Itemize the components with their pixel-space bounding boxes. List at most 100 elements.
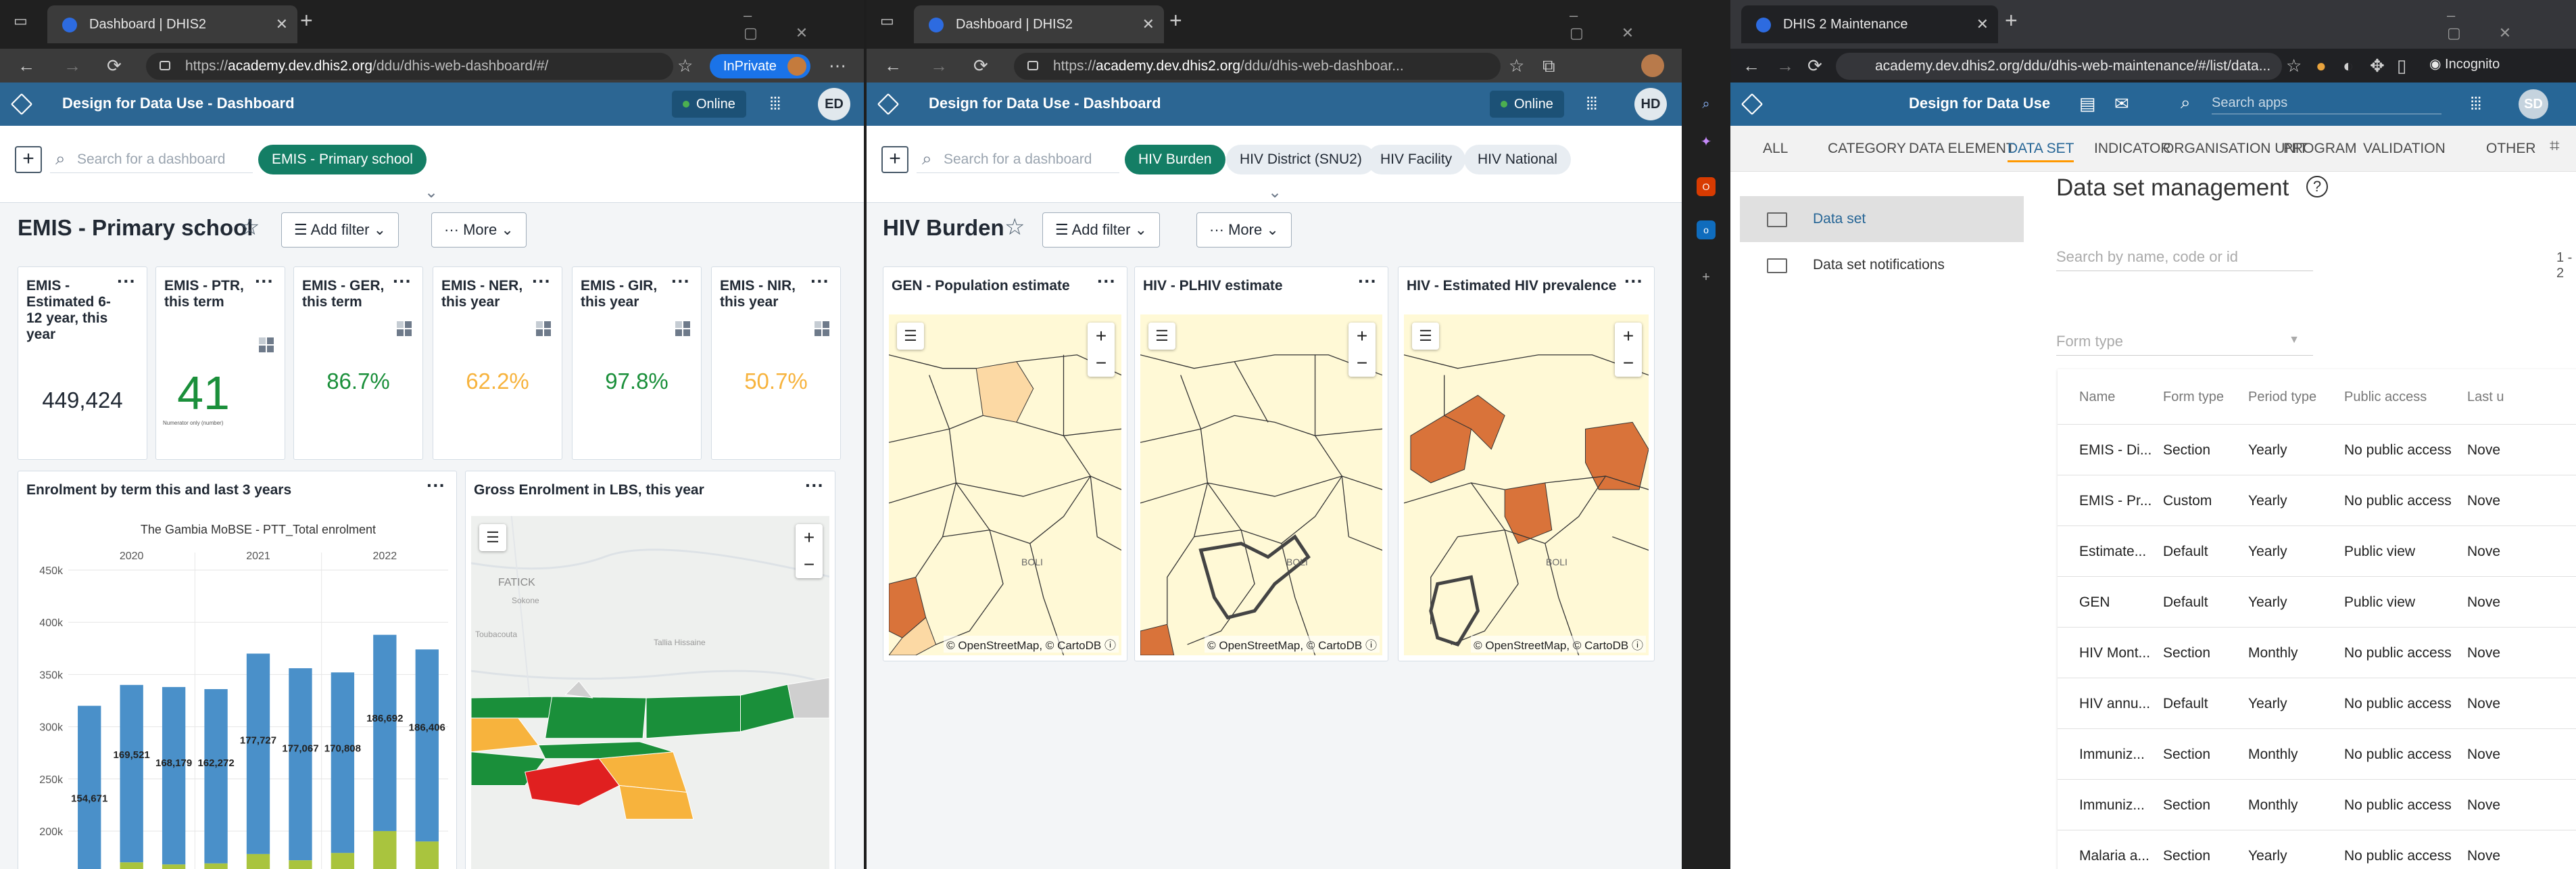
new-tab-icon[interactable]: + xyxy=(2005,8,2018,33)
browser-tab[interactable]: DHIS 2 Maintenance ✕ xyxy=(1741,5,1998,43)
item-menu-button[interactable]: ··· xyxy=(806,272,833,296)
zoom-out-icon[interactable]: − xyxy=(796,551,823,578)
window-controls[interactable]: –▢✕ xyxy=(1570,7,1682,42)
map-legend-button[interactable]: ☰ xyxy=(1412,323,1439,350)
dashboard-chip-hiv-facility[interactable]: HIV Facility xyxy=(1367,145,1466,174)
close-tab-icon[interactable]: ✕ xyxy=(1142,5,1155,43)
zoom-in-icon[interactable]: + xyxy=(796,524,823,551)
forward-icon[interactable]: → xyxy=(1776,55,1794,76)
messages-icon[interactable]: ▤ xyxy=(2079,93,2096,114)
extensions-icon[interactable]: ✥ xyxy=(2370,55,2385,76)
map-legend-button[interactable]: ☰ xyxy=(479,524,506,551)
table-row[interactable]: Immuniz... Section Monthly No public access… xyxy=(2058,729,2576,780)
sidepanel-icon[interactable]: ▯ xyxy=(2397,55,2406,76)
refresh-icon[interactable]: ⟳ xyxy=(1807,55,1822,76)
more-button[interactable]: ··· More ⌄ xyxy=(1196,212,1292,248)
apps-menu-icon[interactable]: ⁞⁞⁞ xyxy=(769,95,781,112)
help-icon[interactable]: ? xyxy=(2306,176,2328,197)
table-row[interactable]: EMIS - Di... Section Yearly No public acces… xyxy=(2058,425,2576,475)
item-menu-button[interactable]: ··· xyxy=(667,272,694,296)
zoom-in-icon[interactable]: + xyxy=(1348,323,1376,350)
email-icon[interactable]: ✉ xyxy=(2114,93,2129,114)
outlook-icon[interactable]: o xyxy=(1697,220,1716,239)
dataset-search-input[interactable]: Search by name, code or id xyxy=(2056,243,2313,271)
forward-icon[interactable]: → xyxy=(64,55,81,76)
extension-icon[interactable]: ◐ xyxy=(2343,55,2354,76)
profile-button[interactable]: HD xyxy=(1634,88,1667,120)
table-row[interactable]: Malaria a... Section Yearly No public acces… xyxy=(2058,830,2576,869)
incognito-indicator[interactable]: ◉ Incognito xyxy=(2429,55,2500,72)
dashboard-chip-hiv-national[interactable]: HIV National xyxy=(1464,145,1571,174)
apps-menu-icon[interactable]: ⁞⁞⁞ xyxy=(1586,95,1598,112)
crop-icon[interactable]: ⌗ xyxy=(2550,135,2560,157)
chevron-down-icon[interactable]: ⌄ xyxy=(1268,183,1282,202)
table-row[interactable]: EMIS - Pr... Custom Yearly No public access… xyxy=(2058,475,2576,526)
map-legend-button[interactable]: ☰ xyxy=(1148,323,1175,350)
table-row[interactable]: GEN Default Yearly Public view Nove xyxy=(2058,577,2576,628)
search-icon[interactable]: ⌕ xyxy=(1697,95,1716,114)
visualization-type-icon[interactable] xyxy=(815,321,829,336)
item-menu-button[interactable]: ··· xyxy=(113,272,140,296)
info-icon[interactable]: ⓘ xyxy=(1365,639,1377,652)
tab-actions-icon[interactable]: ▭ xyxy=(14,12,28,30)
zoom-out-icon[interactable]: − xyxy=(1348,350,1376,377)
form-type-select[interactable]: Form type ▼ xyxy=(2056,327,2313,356)
forward-icon[interactable]: → xyxy=(930,55,948,76)
table-row[interactable]: Estimate... Default Yearly Public view Nove xyxy=(2058,526,2576,577)
map-legend-button[interactable]: ☰ xyxy=(897,323,924,350)
zoom-in-icon[interactable]: + xyxy=(1615,323,1642,350)
map-zoom-control[interactable]: + − xyxy=(796,524,823,578)
refresh-icon[interactable]: ⟳ xyxy=(107,55,122,76)
tab-program[interactable]: PROGRAM xyxy=(2283,135,2357,162)
back-icon[interactable]: ← xyxy=(18,55,35,76)
copilot-icon[interactable]: ✦ xyxy=(1697,133,1716,151)
side-item-data-set[interactable]: Data set xyxy=(1740,196,2024,242)
close-tab-icon[interactable]: ✕ xyxy=(276,5,288,43)
tab-actions-icon[interactable]: ▭ xyxy=(880,12,894,30)
window-controls[interactable]: –▢✕ xyxy=(2447,7,2576,42)
url-field[interactable]: https://academy.dev.dhis2.org/ddu/dhis-w… xyxy=(1014,53,1501,80)
dashboard-chip-hiv-district[interactable]: HIV District (SNU2) xyxy=(1226,145,1376,174)
zoom-out-icon[interactable]: − xyxy=(1088,350,1115,377)
add-filter-button[interactable]: ☰ Add filter ⌄ xyxy=(1042,212,1160,248)
chevron-down-icon[interactable]: ⌄ xyxy=(424,183,438,202)
column-header[interactable]: Public access xyxy=(2344,369,2427,425)
search-apps-input[interactable]: Search apps xyxy=(2212,92,2441,114)
extension-icon[interactable]: ● xyxy=(2316,55,2327,76)
new-tab-icon[interactable]: + xyxy=(300,8,313,33)
table-row[interactable]: HIV Mont... Section Monthly No public acces… xyxy=(2058,628,2576,678)
item-menu-button[interactable]: ··· xyxy=(528,272,555,296)
browser-tab[interactable]: Dashboard | DHIS2 ✕ xyxy=(914,5,1164,43)
column-header[interactable]: Name xyxy=(2079,369,2115,425)
visualization-type-icon[interactable] xyxy=(675,321,690,336)
dashboard-search-input[interactable]: Search for a dashboard xyxy=(917,145,1119,173)
info-icon[interactable]: ⓘ xyxy=(1104,639,1116,652)
item-menu-button[interactable]: ··· xyxy=(1620,272,1647,296)
info-icon[interactable]: ⓘ xyxy=(1632,639,1643,652)
map-zoom-control[interactable]: + − xyxy=(1615,323,1642,377)
create-dashboard-button[interactable]: + xyxy=(15,146,42,173)
add-sidebar-app-icon[interactable]: + xyxy=(1697,268,1716,287)
visualization-type-icon[interactable] xyxy=(259,337,274,352)
url-field[interactable]: https://academy.dev.dhis2.org/ddu/dhis-w… xyxy=(146,53,673,80)
star-icon[interactable]: ☆ xyxy=(239,214,260,241)
profile-button[interactable]: ED xyxy=(818,88,850,120)
inprivate-badge[interactable]: InPrivate xyxy=(710,54,810,78)
tab-data-set[interactable]: DATA SET xyxy=(2008,135,2074,162)
visualization-type-icon[interactable] xyxy=(536,321,551,336)
item-menu-button[interactable]: ··· xyxy=(801,476,828,500)
map-zoom-control[interactable]: + − xyxy=(1348,323,1376,377)
dashboard-chip-hiv-burden[interactable]: HIV Burden xyxy=(1125,145,1225,174)
item-menu-button[interactable]: ··· xyxy=(389,272,416,296)
collections-icon[interactable]: ⧉ xyxy=(1542,55,1555,77)
bookmark-star-icon[interactable]: ☆ xyxy=(2286,55,2302,76)
map-canvas[interactable]: ☰ + − FATICK Sokone Toubacouta Tallia His… xyxy=(471,516,829,869)
map-canvas[interactable]: ☰ + − BOLI © OpenStreetMap, © CartoDB ⓘ xyxy=(889,314,1121,655)
tab-validation[interactable]: VALIDATION xyxy=(2363,135,2446,162)
map-canvas[interactable]: ☰ + − BOLI © OpenStreetMap, © CartoDB ⓘ xyxy=(1140,314,1382,655)
table-row[interactable]: Immuniz... Section Monthly No public access… xyxy=(2058,780,2576,830)
new-tab-icon[interactable]: + xyxy=(1169,8,1182,33)
item-menu-button[interactable]: ··· xyxy=(251,272,278,296)
close-tab-icon[interactable]: ✕ xyxy=(1976,5,1989,43)
tab-indicator[interactable]: INDICATOR xyxy=(2094,135,2171,162)
